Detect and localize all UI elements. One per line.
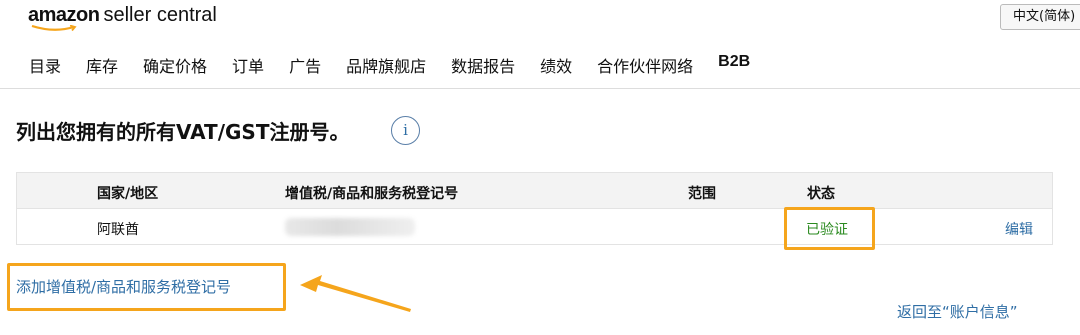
nav-pricing[interactable]: 确定价格 [143,53,207,77]
nav-inventory[interactable]: 库存 [86,53,118,77]
nav-reports[interactable]: 数据报告 [451,53,515,77]
table-row: 阿联酋 已验证 编辑 [17,210,1052,245]
nav-advertising[interactable]: 广告 [289,53,321,77]
nav-brand-stores[interactable]: 品牌旗舰店 [346,53,426,77]
redacted-vat-number [285,218,415,236]
column-header-country: 国家/地区 [97,186,159,202]
info-icon[interactable]: i [391,116,420,145]
nav-partner-network[interactable]: 合作伙伴网络 [597,53,693,77]
amazon-smile-icon [31,25,77,32]
status-highlight-box [784,207,875,250]
edit-link[interactable]: 编辑 [1005,219,1033,239]
main-nav: 目录 库存 确定价格 订单 广告 品牌旗舰店 数据报告 绩效 合作伙伴网络 B2… [29,53,775,77]
page-title: 列出您拥有的所有VAT/GST注册号。 [16,120,350,144]
column-header-scope: 范围 [688,186,716,202]
amazon-seller-central-logo[interactable]: amazon seller central [28,4,217,32]
language-select[interactable]: 中文(简体) [1000,4,1080,30]
cell-country: 阿联酋 [97,222,139,238]
logo-seller-central-text: seller central [103,4,217,26]
table-header-row: 国家/地区 增值税/商品和服务税登记号 范围 状态 [17,173,1052,209]
column-header-status: 状态 [807,186,835,202]
logo-amazon-text: amazon [28,4,100,26]
nav-catalog[interactable]: 目录 [29,53,61,77]
nav-b2b[interactable]: B2B [718,53,750,77]
vat-registration-table: 国家/地区 增值税/商品和服务税登记号 范围 状态 阿联酋 已验证 编辑 [16,172,1053,245]
nav-performance[interactable]: 绩效 [540,53,572,77]
nav-orders[interactable]: 订单 [232,53,264,77]
nav-divider [0,88,1080,89]
add-vat-registration-link[interactable]: 添加增值税/商品和服务税登记号 [16,276,231,297]
back-to-account-info-link[interactable]: 返回至“账户信息” [897,301,1018,322]
column-header-vat-number: 增值税/商品和服务税登记号 [285,186,459,202]
